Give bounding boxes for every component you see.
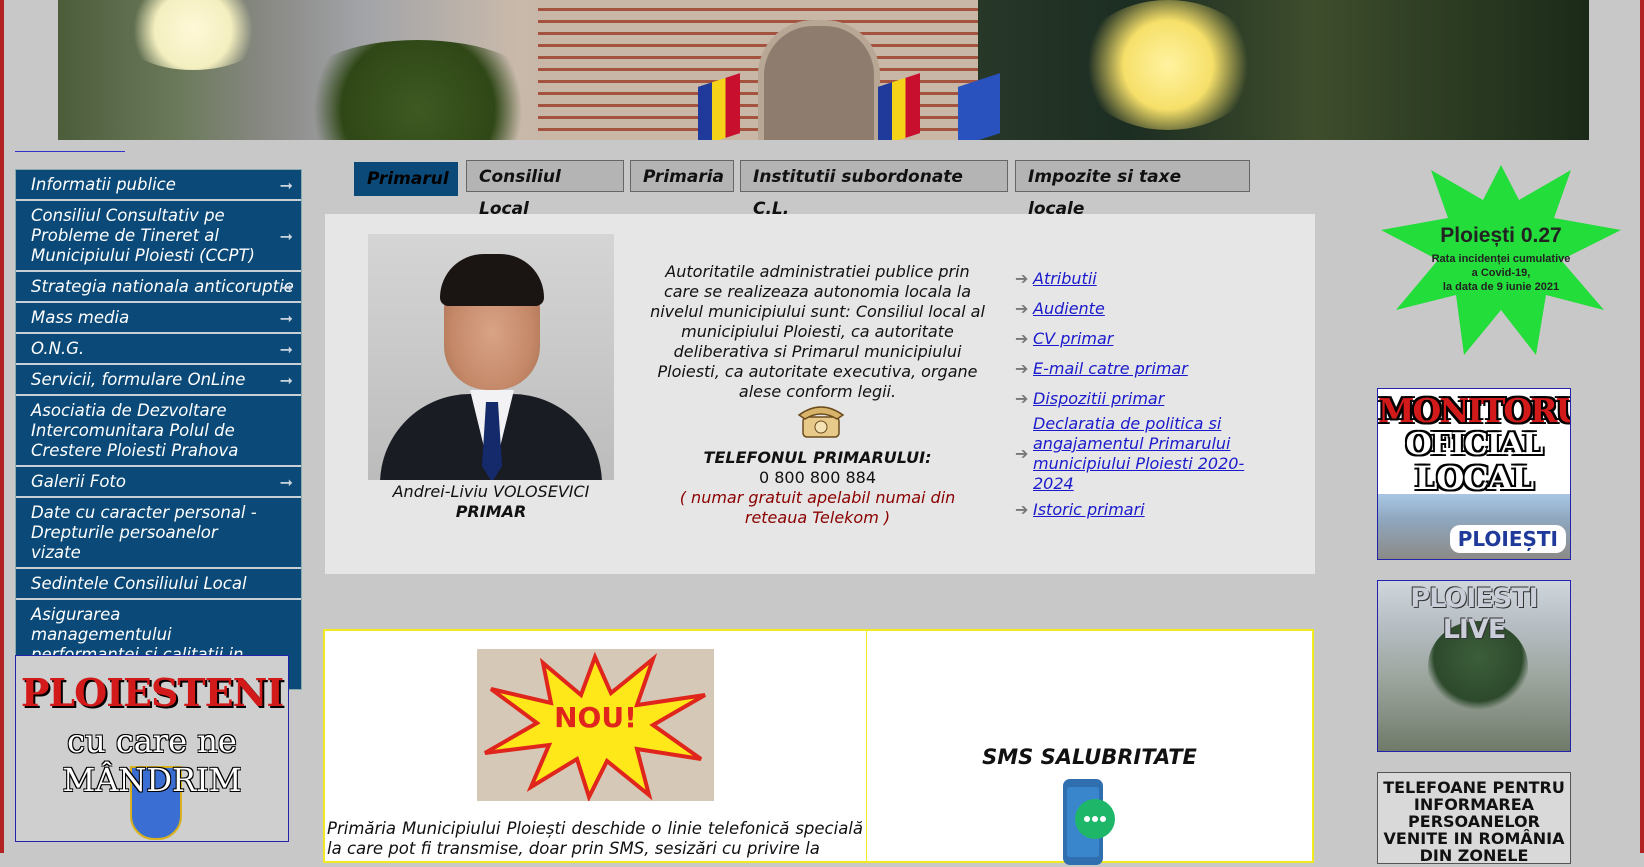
link-atributii: ➔ Atributii [1015, 269, 1275, 289]
tab-impozite-taxe[interactable]: Impozite si taxe locale [1015, 160, 1250, 219]
mayor-portrait-photo [368, 234, 614, 480]
mayor-panel: Andrei-Liviu VOLOSEVICI PRIMAR Autoritat… [325, 214, 1315, 574]
link-cv-primar-text[interactable]: CV primar [1033, 329, 1275, 349]
covid-incidence-star-badge[interactable]: Ploiești 0.27 Rata incidenței cumulative… [1376, 160, 1626, 360]
city-photo: PLOIEȘTI [1378, 494, 1570, 559]
mayor-phone-label: TELEFONUL PRIMARULUI: [703, 448, 932, 467]
arrow-right-icon: ➔ [1015, 269, 1029, 288]
menu-item-galerii-foto[interactable]: Galerii Foto ➞ [16, 467, 301, 498]
news-box-text: Primăria Municipiului Ploiești deschide … [327, 819, 863, 858]
arrow-right-icon: ➞ [279, 175, 293, 195]
arrow-right-icon: ➔ [1015, 359, 1029, 378]
covid-star-title: Ploiești 0.27 [1440, 224, 1561, 247]
header-banner-image [58, 0, 1589, 140]
mayor-phone-number: 0 800 800 884 [758, 468, 877, 487]
link-istoric-primari: ➔ Istoric primari [1015, 500, 1275, 520]
arrow-right-icon: ➔ [1015, 500, 1029, 519]
tab-primarul[interactable]: Primarul [354, 162, 458, 196]
link-email-primar: ➔ E-mail catre primar [1015, 359, 1275, 379]
menu-item-mass-media[interactable]: Mass media ➞ [16, 303, 301, 334]
smartphone-chat-icon[interactable] [1059, 777, 1119, 867]
right-frame-border [1640, 0, 1644, 853]
top-underline-link[interactable] [15, 150, 125, 152]
link-declaratia-politica: ➔ Declaratia de politica si angajamentul … [1015, 414, 1275, 494]
covid-star-line1: Rata incidenței cumulative [1432, 253, 1571, 265]
news-box: NOU! Primăria Municipiului Ploiești desc… [323, 629, 869, 863]
ploiesteni-title: PLOIESTENI [20, 670, 284, 715]
mayor-name: Andrei-Liviu VOLOSEVICI [392, 482, 590, 501]
sms-salubritate-title: SMS SALUBRITATE [982, 745, 1197, 769]
link-dispozitii-primar-text[interactable]: Dispozitii primar [1033, 389, 1275, 409]
left-navigation-menu: Informatii publice ➞ Consiliul Consultati… [15, 169, 302, 690]
menu-item-servicii-online[interactable]: Servicii, formulare OnLine ➞ [16, 365, 301, 396]
covid-star-line3: la data de 9 iunie 2021 [1443, 281, 1559, 293]
tab-consiliul-local[interactable]: Consiliul Local [466, 160, 624, 219]
arrow-right-icon: ➔ [1015, 299, 1029, 318]
link-email-primar-text[interactable]: E-mail catre primar [1033, 359, 1275, 379]
ploiesti-live-banner[interactable]: PLOIESTI LIVE [1377, 580, 1571, 752]
tab-institutii-subordonate[interactable]: Institutii subordonate C.L. [740, 160, 1008, 219]
menu-item-informatii-publice[interactable]: Informatii publice ➞ [16, 170, 301, 201]
monitorul-subtitle-2: LOCAL [1414, 459, 1534, 497]
arrow-right-icon: ➞ [279, 472, 293, 492]
ploiesteni-subtitle: cu care ne [67, 722, 237, 760]
ploiesti-badge: PLOIEȘTI [1449, 525, 1566, 553]
telefoane-informare-text: TELEFOANE PENTRU INFORMAREA PERSOANELOR … [1383, 778, 1565, 865]
left-frame-border [0, 0, 4, 853]
menu-item-ong[interactable]: O.N.G. ➞ [16, 334, 301, 365]
arrow-right-icon: ➞ [279, 339, 293, 359]
link-audiente-text[interactable]: Audiente [1033, 299, 1275, 319]
telephone-icon [797, 406, 845, 438]
link-declaratia-politica-text[interactable]: Declaratia de politica si angajamentul P… [1033, 414, 1275, 494]
menu-item-asociatia-dezvoltare[interactable]: Asociatia de Dezvoltare Intercomunitara … [16, 396, 301, 467]
ploiesteni-mandrim-banner[interactable]: PLOIESTENI cu care ne MÂNDRIM [15, 655, 289, 842]
arrow-right-icon: ➞ [279, 277, 293, 297]
arrow-right-icon: ➞ [279, 308, 293, 328]
mayor-description: Autoritatile administratiei publice prin… [650, 262, 985, 401]
nou-badge-text: NOU! [554, 701, 637, 734]
menu-item-ccpt[interactable]: Consiliul Consultativ pe Probleme de Tin… [16, 201, 301, 272]
arrow-right-icon: ➔ [1015, 389, 1029, 408]
monitorul-subtitle: OFICIAL [1405, 427, 1544, 462]
link-istoric-primari-text[interactable]: Istoric primari [1033, 500, 1275, 520]
monitorul-oficial-local-banner[interactable]: MONITORUL OFICIAL LOCAL PLOIEȘTI [1377, 388, 1571, 560]
arrow-right-icon: ➔ [1015, 444, 1029, 463]
mayor-title: PRIMAR [455, 502, 527, 521]
ploiesti-live-title: PLOIESTI LIVE [1410, 583, 1538, 645]
sms-salubritate-box: SMS SALUBRITATE [866, 629, 1314, 865]
arrow-right-icon: ➔ [1015, 329, 1029, 348]
mayor-phone-note: ( numar gratuit apelabil numai din retea… [679, 488, 956, 527]
menu-item-sedinte-consiliu[interactable]: Sedintele Consiliului Local [16, 569, 301, 600]
menu-item-strategia-anticoruptie[interactable]: Strategia nationala anticoruptie ➞ [16, 272, 301, 303]
monitorul-title: MONITORUL [1378, 391, 1570, 430]
covid-star-line2: a Covid-19, [1472, 267, 1531, 279]
tab-primaria[interactable]: Primaria [630, 160, 734, 192]
arrow-right-icon: ➞ [279, 226, 293, 246]
arrow-right-icon: ➞ [279, 370, 293, 390]
link-cv-primar: ➔ CV primar [1015, 329, 1275, 349]
telefoane-informare-box[interactable]: TELEFOANE PENTRU INFORMAREA PERSOANELOR … [1377, 772, 1571, 864]
link-audiente: ➔ Audiente [1015, 299, 1275, 319]
ploiesteni-subtitle-2: MÂNDRIM [62, 761, 242, 799]
menu-item-date-personale[interactable]: Date cu caracter personal - Drepturile p… [16, 498, 301, 569]
link-dispozitii-primar: ➔ Dispozitii primar [1015, 389, 1275, 409]
link-atributii-text[interactable]: Atributii [1033, 269, 1275, 289]
